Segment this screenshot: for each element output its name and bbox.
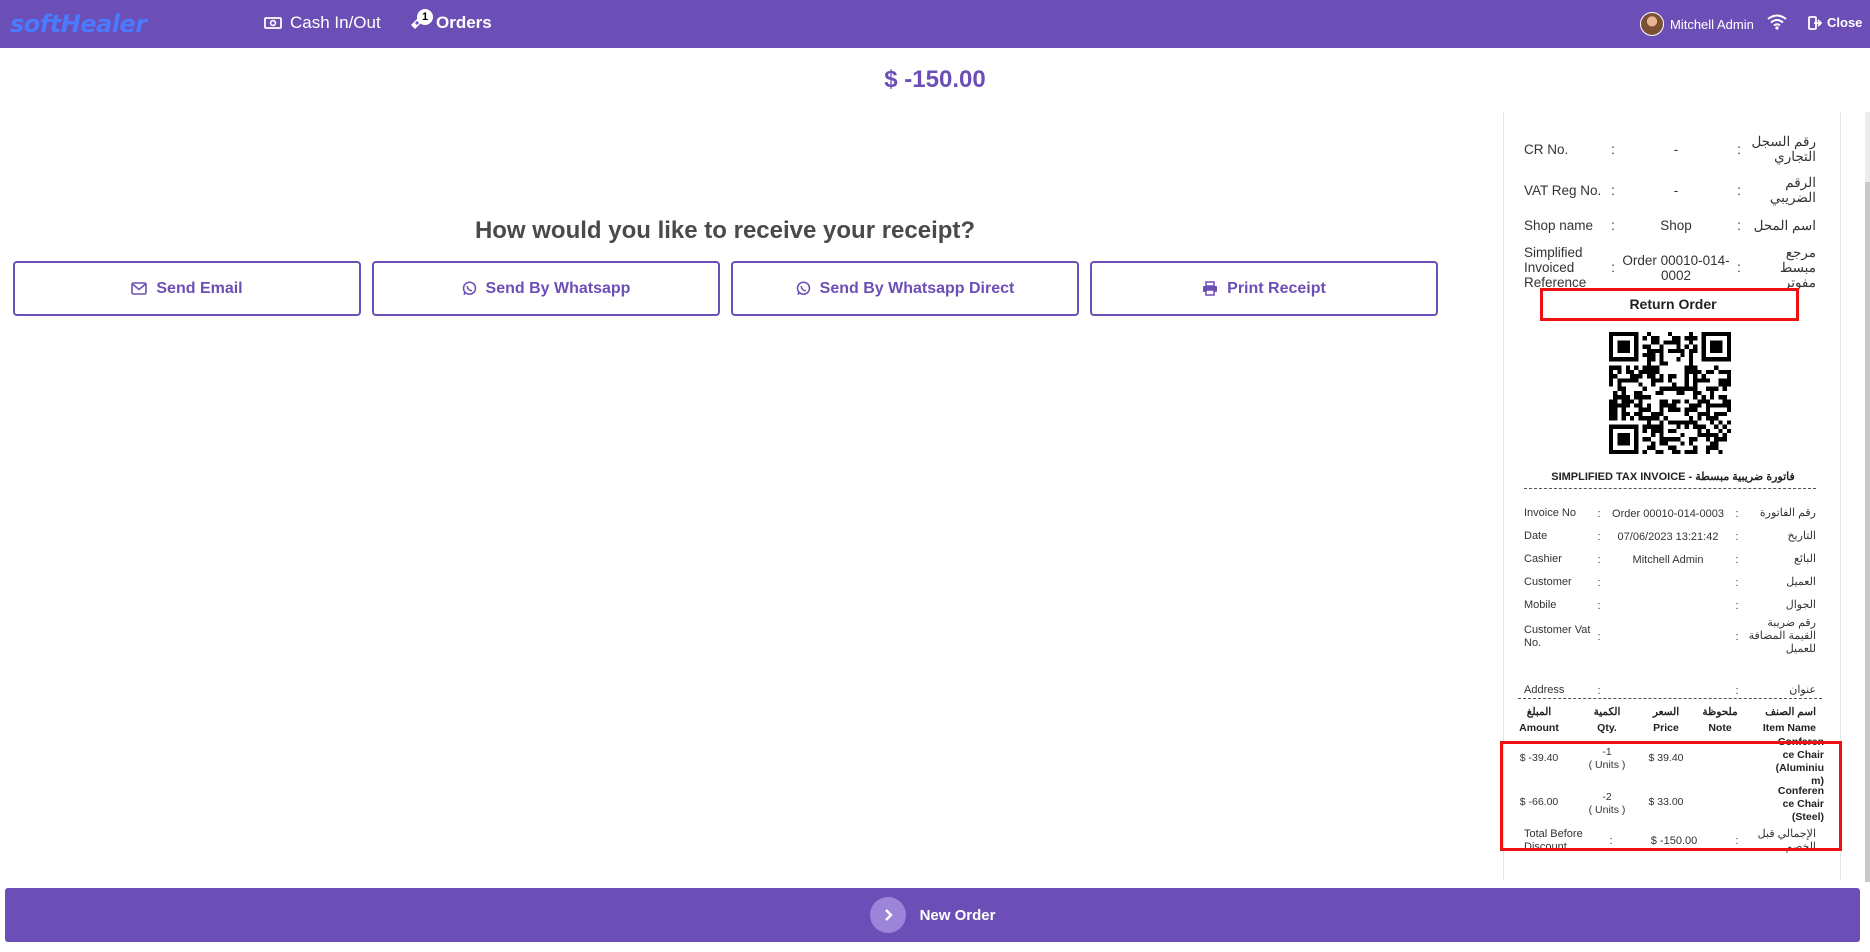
invoice-no-row: Invoice No : Order 00010-014-0003 : رقم … (1524, 507, 1816, 520)
return-order-highlight (1540, 288, 1799, 321)
row-label: Customer (1524, 576, 1572, 588)
receipt-question: How would you like to receive your recei… (474, 217, 976, 244)
row-label: Mobile (1524, 599, 1557, 611)
whatsapp-icon (462, 281, 476, 295)
customer-row: Customer : : العميل (1524, 576, 1816, 589)
wifi-icon (1767, 14, 1787, 35)
send-whatsapp-label: Send By Whatsapp (485, 279, 631, 297)
row-label: Address (1524, 684, 1565, 696)
divider (1524, 488, 1816, 489)
printer-icon (1203, 281, 1218, 296)
address-row: Address : : عنوان (1524, 684, 1816, 697)
close-button[interactable]: Close (1808, 15, 1862, 30)
row-arabic-label: البائع (1794, 553, 1816, 565)
order-total-amount: $ -150.00 (884, 66, 986, 93)
row-value: Shop (1660, 218, 1692, 233)
whatsapp-icon (796, 281, 810, 295)
print-receipt-label: Print Receipt (1227, 279, 1326, 297)
send-whatsapp-direct-button[interactable]: Send By Whatsapp Direct (731, 261, 1079, 316)
cr-number-row: CR No. : - : رقم السجل التجاري (1524, 134, 1816, 164)
divider (1518, 698, 1822, 699)
invoiced-reference-row: Simplified Invoiced Reference : Order 00… (1524, 245, 1816, 290)
date-row: Date : 07/06/2023 13:21:42 : التاريخ (1524, 530, 1816, 543)
row-label: CR No. (1524, 141, 1569, 157)
print-receipt-button[interactable]: Print Receipt (1090, 261, 1438, 316)
row-label: VAT Reg No. (1524, 182, 1602, 198)
cashier-row: Cashier : Mitchell Admin : البائع (1524, 553, 1816, 566)
row-arabic-label: رقم ضريبة القيمة المضافة للعميل (1748, 617, 1816, 655)
shop-name-row: Shop name : Shop : اسم المحل (1524, 218, 1816, 233)
row-arabic-label: اسم المحل (1753, 218, 1816, 233)
row-label: Cashier (1524, 553, 1562, 565)
row-label: Date (1524, 530, 1548, 542)
row-label: Shop name (1524, 218, 1594, 233)
row-label: Invoice No (1524, 507, 1576, 519)
items-highlight (1500, 741, 1842, 851)
chevron-right-icon (869, 897, 906, 933)
row-arabic-label: الجوال (1785, 599, 1816, 611)
orders-button[interactable]: 1 Orders (408, 9, 492, 33)
column-header-item-name: اسم الصنف Item Name (1762, 706, 1816, 734)
receipt-scrollbar[interactable] (1865, 112, 1870, 882)
send-whatsapp-direct-label: Send By Whatsapp Direct (819, 279, 1015, 297)
row-value: - (1673, 182, 1679, 198)
row-value: Order 00010-014-0002 (1622, 252, 1730, 283)
row-label: Customer Vat No. (1524, 623, 1591, 649)
column-header-amount: المبلغ Amount (1519, 706, 1559, 734)
row-arabic-label: الرقم الضريبي (1769, 175, 1816, 205)
avatar (1640, 12, 1664, 36)
row-arabic-label: رقم الفاتورة (1759, 507, 1816, 519)
row-arabic-label: عنوان (1789, 684, 1816, 696)
sign-out-icon (1808, 15, 1822, 30)
column-header-qty: الكمية Qty. (1593, 706, 1621, 734)
row-arabic-label: رقم السجل التجاري (1751, 134, 1816, 164)
new-order-label: New Order (919, 906, 996, 924)
cash-icon (264, 17, 282, 29)
row-value: 07/06/2023 13:21:42 (1617, 530, 1719, 543)
user-name: Mitchell Admin (1670, 16, 1754, 32)
row-value: Mitchell Admin (1632, 553, 1704, 566)
mobile-row: Mobile : : الجوال (1524, 599, 1816, 612)
cash-in-out-button[interactable]: Cash In/Out (264, 13, 381, 33)
row-arabic-label: التاريخ (1787, 530, 1816, 542)
customer-vat-row: Customer Vat No. : : رقم ضريبة القيمة ال… (1524, 617, 1816, 655)
logo: softHealer (10, 10, 147, 38)
row-arabic-label: العميل (1786, 576, 1816, 588)
orders-count-badge: 1 (417, 9, 433, 25)
row-arabic-label: مرجع مبسط مفوتر (1779, 245, 1816, 290)
user-menu[interactable]: Mitchell Admin (1640, 12, 1754, 36)
cash-in-out-label: Cash In/Out (290, 13, 381, 32)
send-email-button[interactable]: Send Email (13, 261, 361, 316)
ticket-icon: 1 (408, 9, 433, 32)
top-bar: softHealer Cash In/Out 1 Orders Mitchell… (0, 0, 1870, 48)
close-label: Close (1827, 15, 1863, 30)
new-order-button[interactable]: New Order (5, 888, 1860, 942)
qr-code (1609, 332, 1731, 454)
column-header-note: ملحوظة Note (1702, 706, 1738, 734)
row-label: Simplified Invoiced Reference (1524, 245, 1587, 290)
send-email-label: Send Email (156, 279, 243, 297)
scrollbar-thumb[interactable] (1865, 182, 1870, 882)
tax-invoice-title: SIMPLIFIED TAX INVOICE - فاتورة ضريبية م… (1551, 471, 1795, 483)
orders-label: Orders (436, 13, 492, 32)
send-whatsapp-button[interactable]: Send By Whatsapp (372, 261, 720, 316)
column-header-price: السعر Price (1652, 706, 1680, 734)
row-value: Order 00010-014-0003 (1612, 507, 1724, 520)
row-value: - (1673, 141, 1679, 157)
envelope-icon (131, 282, 148, 295)
vat-reg-row: VAT Reg No. : - : الرقم الضريبي (1524, 175, 1816, 205)
